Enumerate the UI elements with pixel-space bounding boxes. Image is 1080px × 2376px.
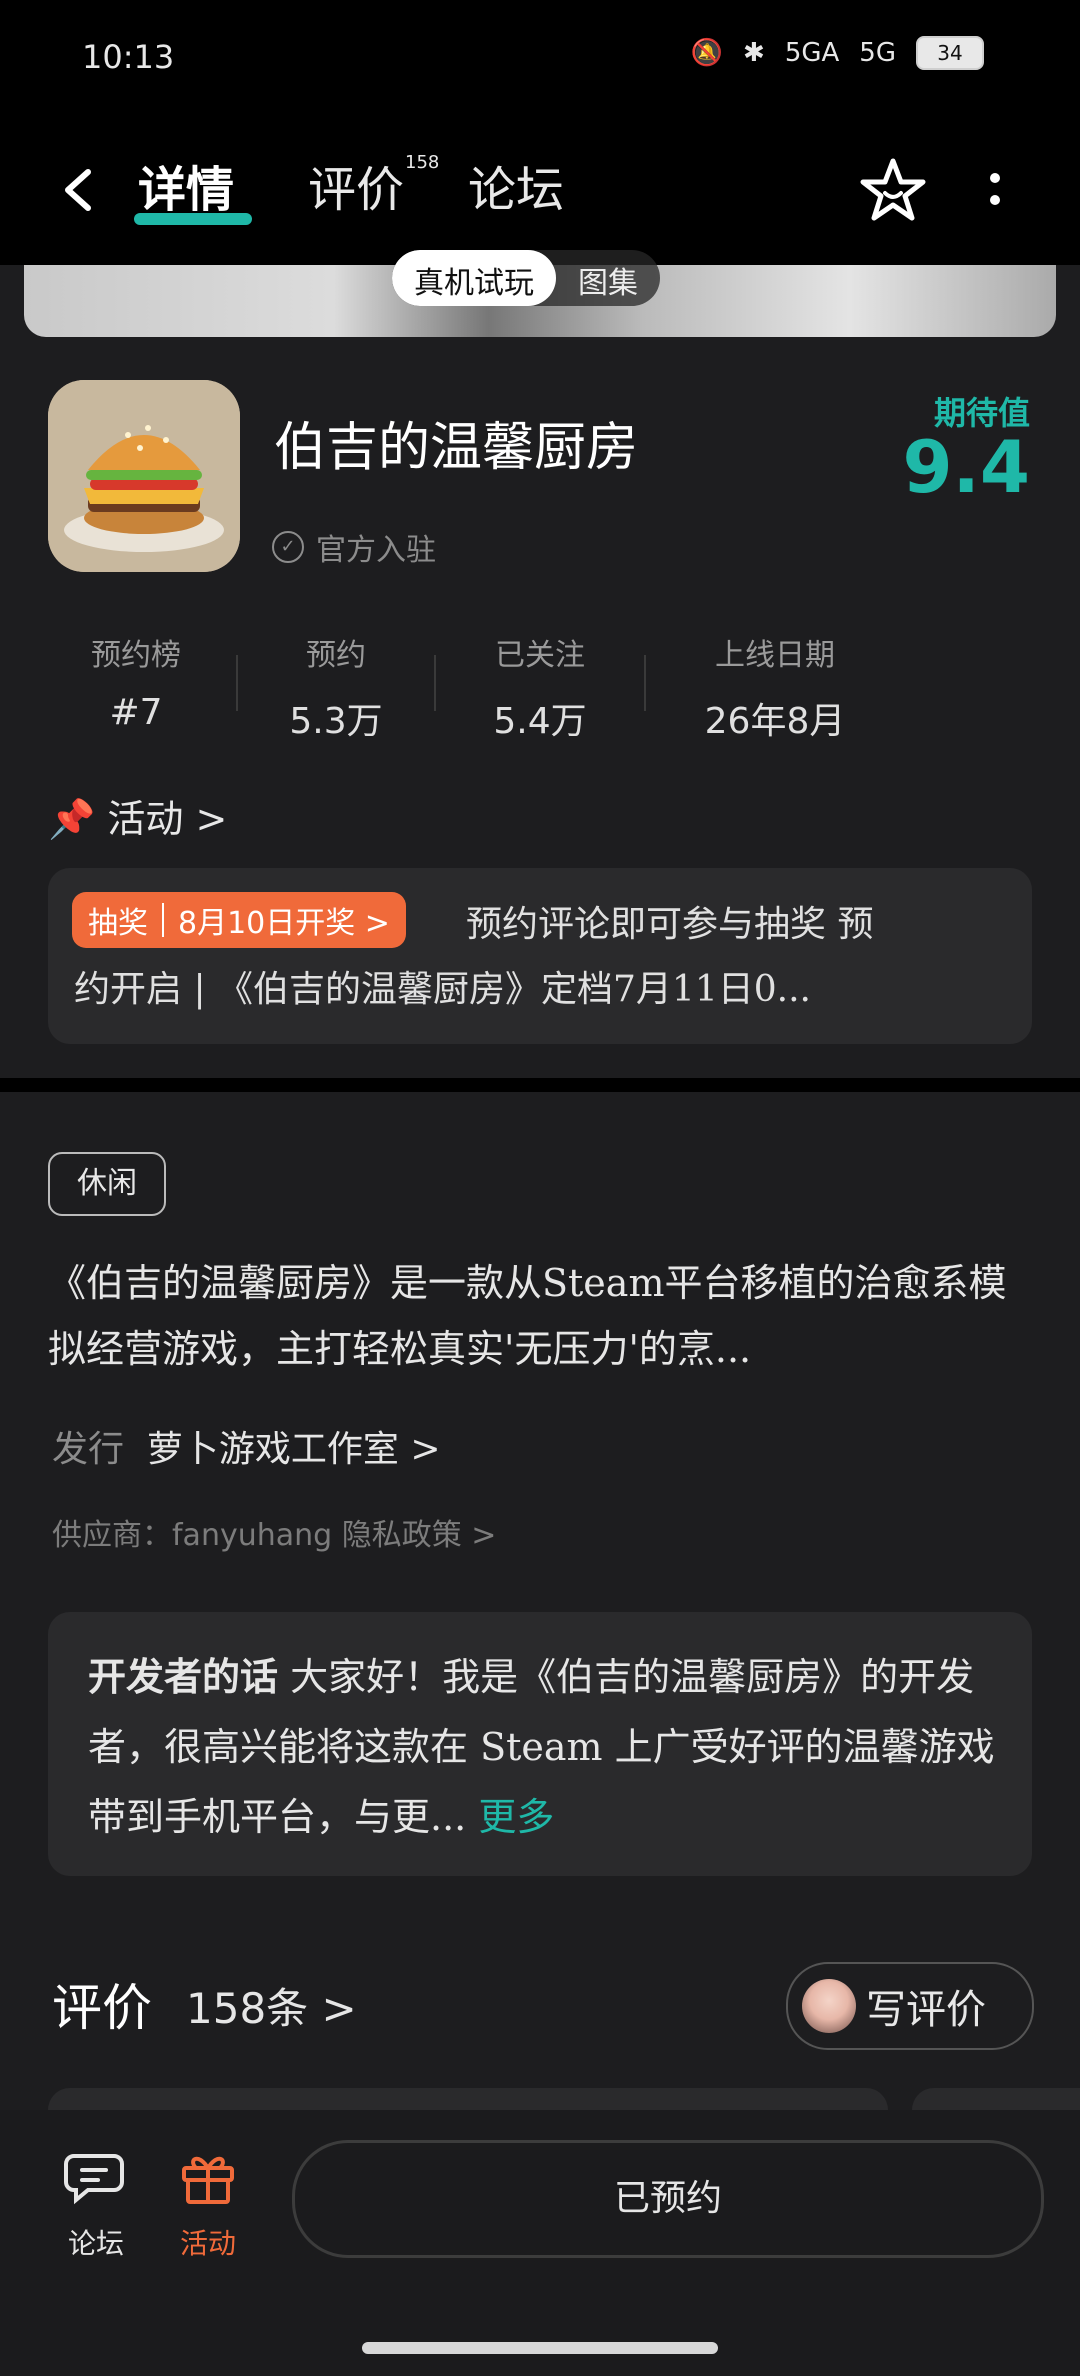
- stat-label: 已关注: [495, 638, 585, 673]
- badge-divider: [162, 903, 164, 937]
- chevron-left-icon: [65, 169, 91, 211]
- battery-indicator: 34: [916, 36, 984, 70]
- more-options-button[interactable]: [985, 160, 1005, 231]
- stat-value: 5.3万: [289, 701, 383, 742]
- stat-value: 5.4万: [493, 701, 587, 742]
- home-indicator[interactable]: [362, 2342, 718, 2354]
- publisher-row[interactable]: 发行 萝卜游戏工作室 >: [52, 1420, 441, 1472]
- nav-forum-label: 论坛: [67, 2227, 124, 2260]
- trial-toggle[interactable]: 真机试玩: [392, 250, 556, 306]
- stat-label: 上线日期: [715, 638, 835, 673]
- gallery-toggle[interactable]: 图集: [556, 250, 660, 306]
- tab-forum[interactable]: 论坛: [468, 150, 564, 220]
- more-link[interactable]: 更多: [478, 1795, 554, 1839]
- vertical-dots-icon: [990, 173, 1000, 205]
- status-icons: 🔕 ✱ 5GA 5G 34: [691, 36, 984, 70]
- favorite-button[interactable]: [858, 155, 928, 225]
- tab-detail[interactable]: 详情: [138, 150, 234, 220]
- signal-5g: 5G: [859, 38, 896, 68]
- expectation-score: 9.4: [902, 425, 1030, 509]
- stat-label: 预约: [306, 638, 366, 673]
- stat-divider: [434, 655, 436, 711]
- developer-words: 开发者的话 大家好！我是《伯吉的温馨厨房》的开发者，很高兴能将这款在 Steam…: [88, 1642, 998, 1852]
- game-description[interactable]: 《伯吉的温馨厨房》是一款从Steam平台移植的治愈系模拟经营游戏，主打轻松真实'…: [48, 1250, 1032, 1382]
- nav-activity[interactable]: 活动: [168, 2148, 248, 2262]
- bluetooth-icon: ✱: [743, 38, 765, 68]
- lottery-type: 抽奖: [88, 906, 148, 941]
- signal-5ga: 5GA: [784, 38, 840, 68]
- stat-divider: [644, 655, 646, 711]
- reserved-button[interactable]: 已预约: [292, 2140, 1044, 2258]
- tab-reviews-count: 158: [405, 152, 440, 173]
- supplier-privacy-row[interactable]: 供应商：fanyuhang 隐私政策 >: [52, 1510, 496, 1554]
- stat-value: 26年8月: [704, 701, 846, 742]
- gift-icon: [182, 2156, 234, 2204]
- stat-followers: 已关注 5.4万: [460, 630, 620, 744]
- write-review-button[interactable]: 写评价: [786, 1962, 1034, 2050]
- publisher-name: 萝卜游戏工作室 >: [146, 1429, 441, 1470]
- developer-label: 开发者的话: [88, 1654, 279, 1699]
- activity-text-line2: 约开启 | 《伯吉的温馨厨房》定档7月11日0...: [74, 969, 811, 1010]
- write-review-label: 写评价: [866, 1987, 986, 2033]
- stat-reservations: 预约 5.3万: [266, 630, 406, 744]
- status-time: 10:13: [82, 38, 175, 76]
- stat-rank[interactable]: 预约榜 #7: [72, 630, 200, 733]
- chat-bubble-icon: [64, 2154, 124, 2205]
- stat-launch-date: 上线日期 26年8月: [670, 630, 880, 744]
- check-circle-icon: ✓: [272, 531, 304, 563]
- avatar: [802, 1979, 856, 2033]
- back-button[interactable]: [58, 160, 98, 220]
- tab-reviews[interactable]: 评价: [308, 150, 404, 220]
- publisher-label: 发行: [52, 1429, 125, 1470]
- reviews-title[interactable]: 评价: [52, 1968, 152, 2040]
- genre-tag[interactable]: 休闲: [48, 1152, 166, 1216]
- active-tab-indicator: [134, 213, 252, 225]
- media-switch: 真机试玩 图集: [392, 250, 660, 306]
- burger-icon: [48, 380, 240, 572]
- stat-divider: [236, 655, 238, 711]
- lottery-date: 8月10日开奖 >: [178, 906, 390, 941]
- pin-icon: 📌: [48, 797, 96, 841]
- star-icon: [860, 158, 926, 221]
- reviews-count[interactable]: 158条 >: [186, 1975, 357, 2036]
- game-title: 伯吉的温馨厨房: [274, 418, 639, 478]
- official-badge: ✓ 官方入驻: [272, 525, 436, 569]
- nav-activity-label: 活动: [179, 2227, 236, 2260]
- lottery-badge[interactable]: 抽奖 8月10日开奖 >: [72, 892, 406, 948]
- activity-heading[interactable]: 📌 活动 >: [48, 788, 227, 843]
- section-divider: [0, 1078, 1080, 1092]
- activity-heading-label: 活动 >: [107, 797, 228, 841]
- nav-forum[interactable]: 论坛: [56, 2148, 136, 2262]
- activity-text-line1: 预约评论即可参与抽奖 预: [466, 904, 874, 945]
- official-label: 官方入驻: [316, 533, 436, 568]
- stat-value: #7: [109, 692, 163, 733]
- mute-icon: 🔕: [690, 38, 724, 68]
- game-icon: [48, 380, 240, 572]
- stat-label: 预约榜: [91, 638, 181, 673]
